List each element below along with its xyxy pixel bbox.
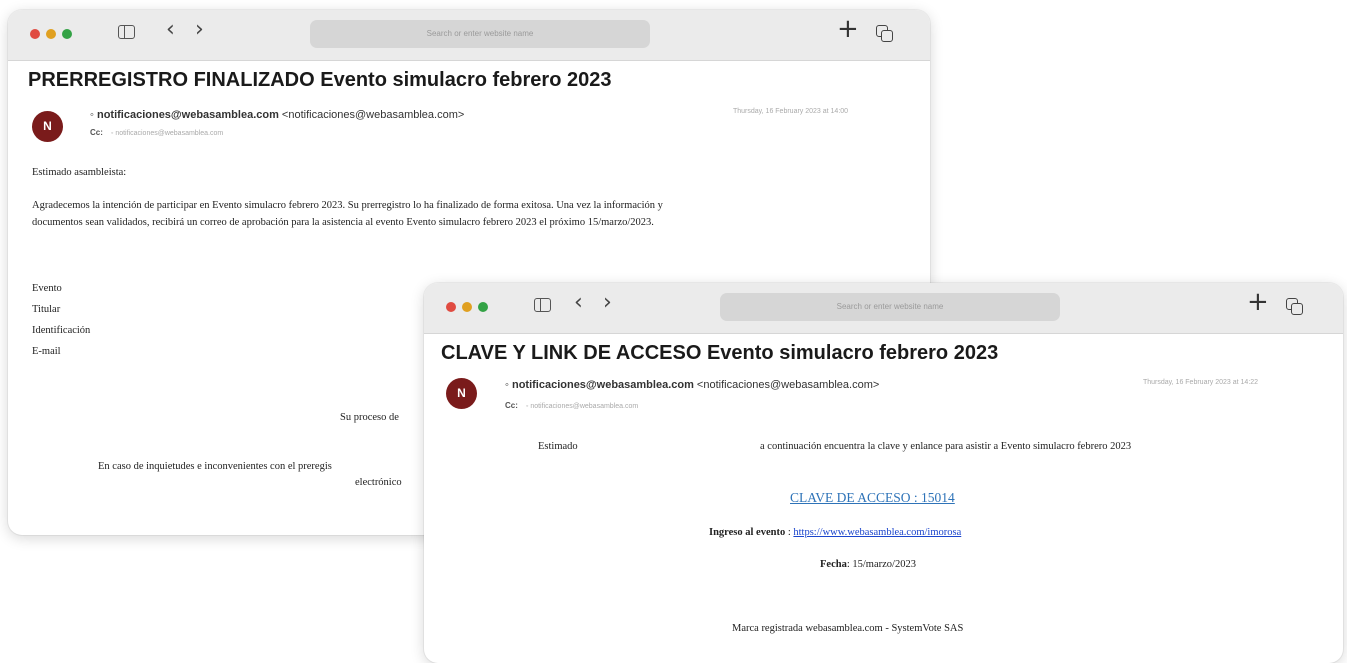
- sender-line[interactable]: ◦ notificaciones@webasamblea.com <notifi…: [505, 379, 879, 391]
- forward-icon[interactable]: ›: [195, 19, 204, 41]
- email-window-clave: ‹ › Search or enter website name + CLAVE…: [424, 283, 1343, 663]
- zoom-window-button[interactable]: [62, 29, 72, 39]
- close-window-button[interactable]: [30, 29, 40, 39]
- new-tab-icon[interactable]: +: [1247, 289, 1269, 315]
- fecha-label: Fecha: [820, 559, 847, 570]
- minimize-window-button[interactable]: [46, 29, 56, 39]
- paragraph-line-2: documentos sean validados, recibirá un c…: [32, 217, 654, 228]
- sender-full-address: <notificaciones@webasamblea.com>: [693, 379, 880, 391]
- trademark-footer: Marca registrada webasamblea.com - Syste…: [732, 623, 964, 634]
- forward-icon[interactable]: ›: [603, 292, 612, 314]
- sender-bullet: ◦: [505, 379, 512, 391]
- sender-avatar: N: [32, 111, 63, 142]
- email-subject: CLAVE Y LINK DE ACCESO Evento simulacro …: [441, 342, 999, 364]
- browser-toolbar: ‹ › Search or enter website name +: [424, 283, 1343, 334]
- cc-line: Cc: ◦ notificaciones@webasamblea.com: [505, 401, 638, 410]
- back-icon[interactable]: ‹: [574, 292, 583, 314]
- sender-avatar: N: [446, 378, 477, 409]
- sidebar-toggle-icon[interactable]: [118, 25, 135, 39]
- address-bar[interactable]: Search or enter website name: [310, 20, 650, 48]
- window-controls: [446, 302, 488, 312]
- access-code: CLAVE DE ACCESO : 15014: [790, 490, 955, 505]
- field-titular: Titular: [32, 304, 61, 315]
- paragraph-line-1: Agradecemos la intención de participar e…: [32, 200, 663, 211]
- event-url-link[interactable]: https://www.webasamblea.com/imorosa: [793, 527, 961, 538]
- sender-bullet: ◦: [90, 109, 97, 121]
- email-date: Thursday, 16 February 2023 at 14:00: [733, 108, 849, 115]
- email-subject: PRERREGISTRO FINALIZADO Evento simulacro…: [28, 69, 612, 91]
- cc-address[interactable]: ◦ notificaciones@webasamblea.com: [111, 130, 223, 137]
- close-window-button[interactable]: [446, 302, 456, 312]
- estimado-text: Estimado: [538, 441, 578, 452]
- sidebar-toggle-icon[interactable]: [534, 298, 551, 312]
- minimize-window-button[interactable]: [462, 302, 472, 312]
- sender-email: notificaciones@webasamblea.com: [511, 379, 694, 391]
- intro-text: a continuación encuentra la clave y enla…: [760, 441, 1132, 452]
- sender-full-address: <notificaciones@webasamblea.com>: [278, 109, 465, 121]
- show-tabs-icon[interactable]: [876, 25, 893, 42]
- new-tab-icon[interactable]: +: [837, 16, 859, 42]
- process-text: Su proceso de: [340, 412, 399, 423]
- cc-address[interactable]: ◦ notificaciones@webasamblea.com: [526, 403, 638, 410]
- browser-toolbar: ‹ › Search or enter website name +: [8, 10, 930, 61]
- window-controls: [30, 29, 72, 39]
- sender-line[interactable]: ◦ notificaciones@webasamblea.com <notifi…: [90, 109, 464, 121]
- address-bar[interactable]: Search or enter website name: [720, 293, 1060, 321]
- email-date: Thursday, 16 February 2023 at 14:22: [1143, 379, 1259, 386]
- footer-line-1: En caso de inquietudes e inconvenientes …: [98, 461, 332, 472]
- back-icon[interactable]: ‹: [166, 19, 175, 41]
- fecha-value: : 15/marzo/2023: [846, 559, 916, 570]
- field-identificacion: Identificación: [32, 325, 91, 336]
- greeting: Estimado asambleista:: [32, 167, 127, 178]
- registration-fields: Evento Titular Identificación E-mail: [32, 278, 90, 362]
- cc-label: Cc:: [505, 401, 518, 410]
- cc-label: Cc:: [90, 128, 103, 137]
- zoom-window-button[interactable]: [478, 302, 488, 312]
- field-evento: Evento: [32, 283, 62, 294]
- event-date-line: Fecha: 15/marzo/2023: [820, 559, 916, 570]
- show-tabs-icon[interactable]: [1286, 298, 1303, 315]
- cc-line: Cc: ◦ notificaciones@webasamblea.com: [90, 128, 223, 137]
- event-access-line: Ingreso al evento : https://www.webasamb…: [709, 527, 961, 538]
- footer-line-2: electrónico: [355, 477, 402, 488]
- sender-email: notificaciones@webasamblea.com: [96, 109, 279, 121]
- field-email: E-mail: [32, 346, 61, 357]
- ingreso-label: Ingreso al evento: [709, 527, 786, 538]
